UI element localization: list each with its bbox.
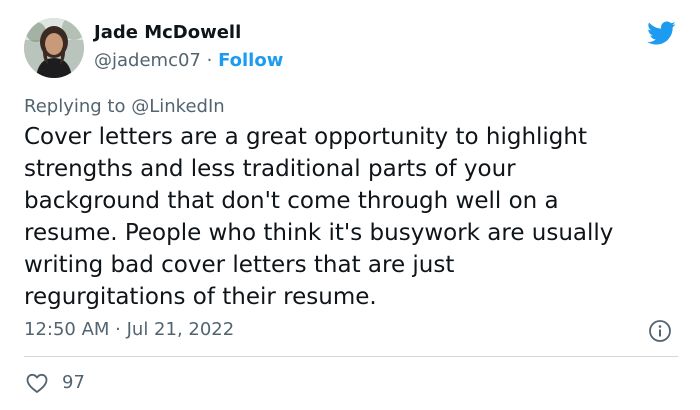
- tweet-timestamp[interactable]: 12:50 AM · Jul 21, 2022: [24, 319, 234, 340]
- info-icon[interactable]: [648, 319, 672, 343]
- tweet-card: Jade McDowell @jademc07 · Follow Replyin…: [0, 0, 700, 410]
- heart-icon[interactable]: [24, 371, 50, 395]
- tweet-text-line: strengths and less traditional parts of …: [24, 156, 516, 182]
- reply-mention-link[interactable]: @LinkedIn: [131, 96, 224, 117]
- avatar-photo: [24, 18, 84, 78]
- divider: [24, 356, 678, 357]
- tweet-text: Cover letters are a great opportunity to…: [24, 121, 684, 313]
- follow-button[interactable]: Follow: [218, 50, 283, 71]
- tweet-text-line: Cover letters are a great opportunity to…: [24, 124, 587, 150]
- author-handle-row: @jademc07 · Follow: [94, 50, 283, 71]
- tweet-text-line: background that don't come through well …: [24, 188, 559, 214]
- avatar[interactable]: [24, 18, 84, 78]
- author-handle[interactable]: @jademc07: [94, 50, 201, 71]
- twitter-bird-icon[interactable]: [644, 18, 678, 48]
- separator-dot: ·: [206, 50, 213, 71]
- tweet-text-line: regurgitations of their resume.: [24, 284, 377, 310]
- reply-context: Replying to @LinkedIn: [24, 96, 225, 117]
- tweet-text-line: resume. People who think it's busywork a…: [24, 220, 614, 246]
- author-name[interactable]: Jade McDowell: [94, 22, 241, 43]
- tweet-text-line: writing bad cover letters that are just: [24, 252, 455, 278]
- like-count[interactable]: 97: [62, 372, 85, 393]
- reply-prefix: Replying to: [24, 96, 126, 117]
